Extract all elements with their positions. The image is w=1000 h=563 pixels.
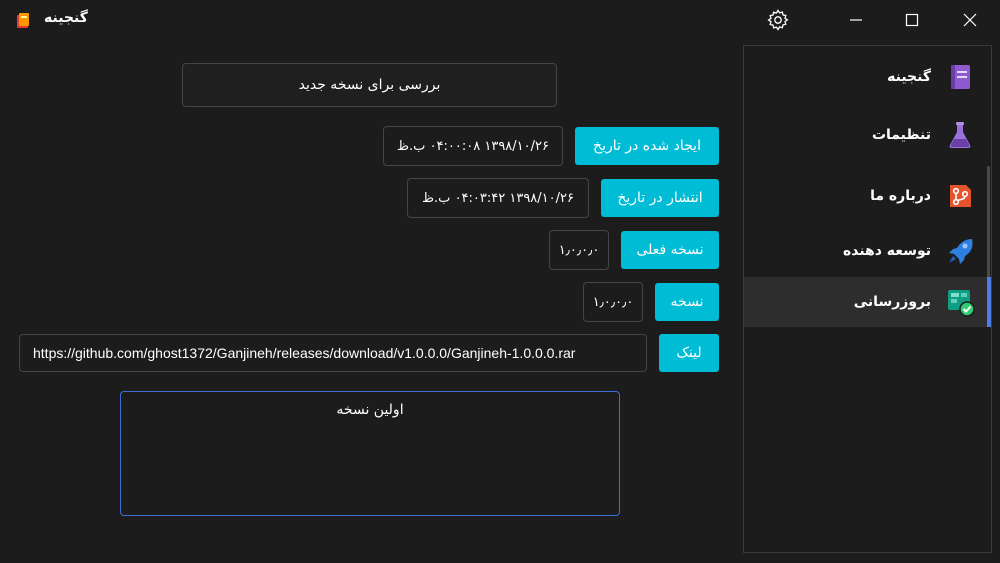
sidebar-item-label: توسعه دهنده bbox=[842, 243, 931, 259]
link-label: لینک bbox=[659, 334, 719, 372]
version-label: نسخه bbox=[655, 283, 719, 321]
update-page: بررسی برای نسخه جدید ایجاد شده در تاریخ … bbox=[0, 40, 740, 563]
release-notes-box[interactable]: اولین نسخه bbox=[120, 391, 620, 516]
published-date-label: انتشار در تاریخ bbox=[601, 179, 719, 217]
sidebar-item-settings[interactable]: تنظیمات bbox=[744, 110, 991, 160]
sidebar-item-label: بروزرسانی bbox=[853, 294, 931, 310]
version-value: ۱٫۰٫۰٫۰ bbox=[583, 282, 643, 322]
sidebar-item-label: گنجینه bbox=[887, 69, 931, 85]
maximize-icon bbox=[905, 13, 919, 27]
minimize-button[interactable] bbox=[833, 0, 879, 40]
minimize-icon bbox=[850, 19, 862, 21]
sidebar-item-about[interactable]: درباره ما bbox=[744, 171, 991, 221]
published-date-value: ۱۳۹۸/۱۰/۲۶ ۰۴:۰۳:۴۲ ب.ظ bbox=[407, 178, 589, 218]
book-icon bbox=[951, 65, 970, 89]
flask-icon bbox=[949, 122, 971, 148]
app-logo-icon bbox=[17, 13, 29, 28]
check-update-button[interactable]: بررسی برای نسخه جدید bbox=[182, 63, 557, 107]
sidebar: گنجینه تنظیمات درباره ما توسعه دهنده برو… bbox=[743, 45, 992, 553]
active-indicator bbox=[987, 277, 991, 327]
created-date-label: ایجاد شده در تاریخ bbox=[575, 127, 719, 165]
sidebar-item-developer[interactable]: توسعه دهنده bbox=[744, 226, 991, 276]
current-version-value: ۱٫۰٫۰٫۰ bbox=[549, 230, 609, 270]
sidebar-item-label: تنظیمات bbox=[871, 127, 931, 143]
maximize-button[interactable] bbox=[889, 0, 935, 40]
download-link-field[interactable]: https://github.com/ghost1372/Ganjineh/re… bbox=[19, 334, 647, 372]
window-title: گنجینه bbox=[44, 10, 88, 26]
current-version-label: نسخه فعلی bbox=[621, 231, 719, 269]
created-date-value: ۱۳۹۸/۱۰/۲۶ ۰۴:۰۰:۰۸ ب.ظ bbox=[383, 126, 563, 166]
close-button[interactable] bbox=[947, 0, 993, 40]
update-check-icon bbox=[948, 290, 975, 317]
rocket-icon bbox=[949, 239, 973, 264]
sidebar-item-label: درباره ما bbox=[870, 188, 931, 204]
title-bar: گنجینه bbox=[0, 0, 1000, 40]
close-icon bbox=[963, 13, 977, 27]
sidebar-item-update[interactable]: بروزرسانی bbox=[744, 277, 991, 327]
gear-icon[interactable] bbox=[766, 8, 790, 32]
git-branch-icon bbox=[950, 185, 971, 207]
sidebar-item-ganjineh[interactable]: گنجینه bbox=[744, 52, 991, 102]
